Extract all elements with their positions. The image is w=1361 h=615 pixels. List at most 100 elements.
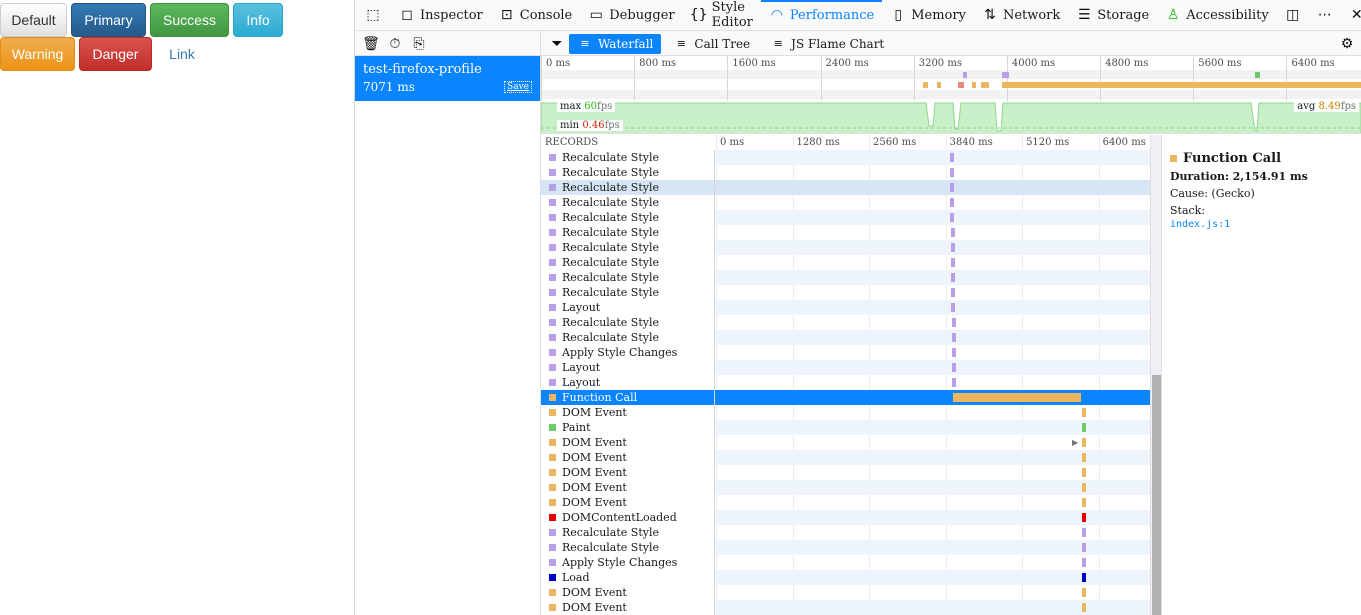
tab-js-flame-chart[interactable]: ≡ JS Flame Chart xyxy=(762,34,892,54)
tab-console[interactable]: ⊡ Console xyxy=(491,0,581,30)
marker-bar[interactable] xyxy=(951,333,956,342)
waterfall-row[interactable]: Layout xyxy=(541,360,1150,375)
dock-toggle-button[interactable]: ◫ xyxy=(1277,0,1309,30)
marker-bar[interactable] xyxy=(952,348,956,357)
tab-call-tree[interactable]: ≡ Call Tree xyxy=(665,34,758,54)
marker-bar[interactable] xyxy=(1082,408,1087,417)
marker-bar[interactable] xyxy=(1082,603,1087,612)
marker-bar[interactable] xyxy=(1082,543,1087,552)
marker-bar[interactable] xyxy=(1082,423,1087,432)
marker-bar[interactable] xyxy=(952,363,956,372)
link-button[interactable]: Link xyxy=(156,37,208,71)
marker-bar[interactable] xyxy=(1082,558,1087,567)
marker-bar[interactable] xyxy=(1082,438,1087,447)
tab-waterfall[interactable]: ≡ Waterfall xyxy=(569,33,662,54)
waterfall-row[interactable]: DOM Event xyxy=(541,600,1150,615)
marker-bar[interactable] xyxy=(952,393,1082,402)
waterfall-row[interactable]: Recalculate Style xyxy=(541,315,1150,330)
waterfall-row[interactable]: Recalculate Style xyxy=(541,330,1150,345)
marker-bar[interactable] xyxy=(952,378,957,387)
waterfall-row[interactable]: DOM Event xyxy=(541,480,1150,495)
import-recording-icon[interactable]: ⎘ xyxy=(411,36,427,52)
marker-bar[interactable] xyxy=(950,213,955,222)
tab-storage[interactable]: ☰ Storage xyxy=(1068,0,1157,30)
waterfall-row[interactable]: Recalculate Style xyxy=(541,150,1150,165)
marker-bar[interactable] xyxy=(949,168,954,177)
marker-bar[interactable] xyxy=(1082,483,1087,492)
tab-performance[interactable]: ◠ Performance xyxy=(760,0,883,30)
warning-button[interactable]: Warning xyxy=(0,37,75,71)
waterfall-row[interactable]: Apply Style Changes xyxy=(541,555,1150,570)
marker-bar[interactable] xyxy=(950,243,955,252)
marker-bar[interactable] xyxy=(949,183,954,192)
waterfall-row[interactable]: DOMContentLoaded xyxy=(541,510,1150,525)
tab-network[interactable]: ⇅ Network xyxy=(974,0,1068,30)
marker-timeline xyxy=(715,300,1150,315)
record-stopwatch-icon[interactable]: ⏱ xyxy=(387,36,403,52)
marker-bar[interactable] xyxy=(1082,453,1087,462)
marker-bar[interactable] xyxy=(951,288,956,297)
waterfall-row[interactable]: Function Call xyxy=(541,390,1150,405)
waterfall-row[interactable]: Recalculate Style xyxy=(541,210,1150,225)
marker-bar[interactable] xyxy=(951,318,956,327)
save-recording-link[interactable]: Save xyxy=(504,81,532,93)
expand-twisty-icon[interactable]: ▶ xyxy=(1072,438,1078,447)
stack-frame-link[interactable]: index.js:1 xyxy=(1170,219,1353,230)
marker-bar[interactable] xyxy=(1082,588,1087,597)
default-button[interactable]: Default xyxy=(0,3,67,37)
waterfall-row[interactable]: DOM Event xyxy=(541,495,1150,510)
filter-icon[interactable]: ⏷ xyxy=(549,36,565,52)
waterfall-row[interactable]: Recalculate Style xyxy=(541,225,1150,240)
more-options-button[interactable]: ⋯ xyxy=(1309,0,1341,30)
waterfall-row[interactable]: Apply Style Changes xyxy=(541,345,1150,360)
tab-debugger[interactable]: ▭ Debugger xyxy=(580,0,682,30)
waterfall-scrollbar[interactable] xyxy=(1150,135,1161,615)
waterfall-row[interactable]: Layout xyxy=(541,300,1150,315)
waterfall-row[interactable]: Recalculate Style xyxy=(541,255,1150,270)
primary-button[interactable]: Primary xyxy=(71,3,146,37)
tab-style-editor[interactable]: {} Style Editor xyxy=(683,0,761,30)
marker-name: Apply Style Changes xyxy=(562,346,678,359)
fps-max-label: max 60fps xyxy=(557,101,616,112)
waterfall-row[interactable]: Recalculate Style xyxy=(541,180,1150,195)
tab-inspector[interactable]: ◻ Inspector xyxy=(391,0,491,30)
waterfall-row[interactable]: Recalculate Style xyxy=(541,285,1150,300)
marker-bar[interactable] xyxy=(1082,498,1087,507)
marker-bar[interactable] xyxy=(1082,513,1087,522)
waterfall-row[interactable]: Recalculate Style xyxy=(541,540,1150,555)
info-button[interactable]: Info xyxy=(233,3,283,37)
danger-button[interactable]: Danger xyxy=(79,37,152,71)
clear-recordings-icon[interactable]: 🗑 xyxy=(362,36,380,52)
settings-gear-icon[interactable]: ⚙ xyxy=(1339,36,1355,52)
waterfall-row[interactable]: DOM Event xyxy=(541,585,1150,600)
waterfall-row[interactable]: Recalculate Style xyxy=(541,240,1150,255)
waterfall-row[interactable]: Recalculate Style xyxy=(541,270,1150,285)
waterfall-row[interactable]: Load xyxy=(541,570,1150,585)
marker-bar[interactable] xyxy=(950,228,955,237)
marker-bar[interactable] xyxy=(950,273,955,282)
marker-bar[interactable] xyxy=(950,198,955,207)
waterfall-row[interactable]: DOM Event xyxy=(541,450,1150,465)
waterfall-row[interactable]: Layout xyxy=(541,375,1150,390)
element-picker-button[interactable]: ⬚ xyxy=(355,0,391,30)
close-toolbox-button[interactable]: ✕ xyxy=(1341,0,1361,30)
waterfall-row[interactable]: Recalculate Style xyxy=(541,525,1150,540)
success-button[interactable]: Success xyxy=(150,3,229,37)
marker-bar[interactable] xyxy=(1082,468,1087,477)
marker-bar[interactable] xyxy=(1082,528,1087,537)
waterfall-row[interactable]: Recalculate Style xyxy=(541,165,1150,180)
marker-bar[interactable] xyxy=(951,303,956,312)
tab-memory[interactable]: ▯ Memory xyxy=(882,0,974,30)
timeline-overview[interactable]: 0 ms 800 ms 1600 ms 2400 ms 3200 ms 4000 ms 48… xyxy=(541,56,1361,134)
waterfall-row[interactable]: DOM Event ▶ xyxy=(541,435,1150,450)
waterfall-row[interactable]: Recalculate Style xyxy=(541,195,1150,210)
waterfall-row[interactable]: DOM Event xyxy=(541,405,1150,420)
recording-item[interactable]: test-firefox-profile 7071 ms Save xyxy=(355,56,540,101)
waterfall-row[interactable]: Paint xyxy=(541,420,1150,435)
scrollbar-thumb[interactable] xyxy=(1152,375,1161,615)
marker-bar[interactable] xyxy=(949,153,954,162)
marker-bar[interactable] xyxy=(1082,573,1087,582)
marker-bar[interactable] xyxy=(950,258,955,267)
tab-accessibility[interactable]: ♙ Accessibility xyxy=(1157,0,1277,30)
waterfall-row[interactable]: DOM Event xyxy=(541,465,1150,480)
